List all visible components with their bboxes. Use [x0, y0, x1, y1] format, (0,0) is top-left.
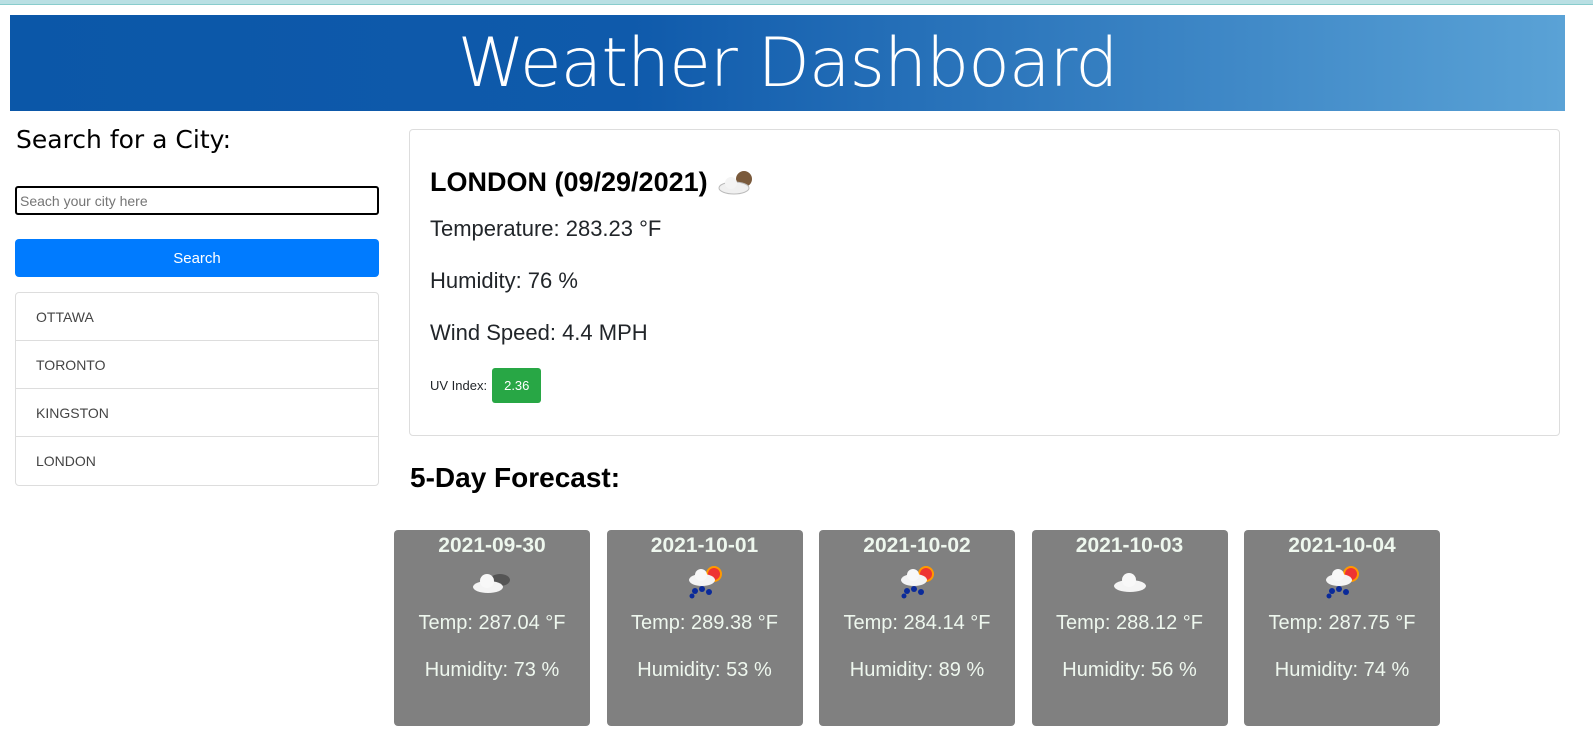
forecast-date: 2021-10-03: [1075, 534, 1184, 557]
forecast-humidity: Humidity: 89 %: [849, 659, 985, 681]
cloud-moon-icon: [718, 170, 752, 194]
forecast-temp: Temp: 289.38 °F: [631, 612, 778, 634]
uv-index-badge: 2.36: [492, 368, 542, 403]
city-search-input[interactable]: [15, 186, 379, 215]
search-history-list: OTTAWA TORONTO KINGSTON LONDON: [15, 292, 379, 486]
browser-top-stripe: [0, 0, 1593, 5]
forecast-temp: Temp: 287.04 °F: [418, 612, 566, 634]
forecast-humidity: Humidity: 74 %: [1274, 659, 1410, 681]
current-weather-card: LONDON (09/29/2021) Temperature: 283.23 …: [409, 129, 1560, 436]
forecast-card: 2021-10-01 Temp: 289.38 °F Humidity: 53 …: [606, 530, 803, 726]
forecast-date: 2021-09-30: [438, 534, 546, 557]
search-panel: Search for a City: Search OTTAWA TORONTO…: [15, 122, 379, 486]
forecast-date: 2021-10-04: [1288, 534, 1396, 557]
current-temperature: Temperature: 283.23 °F: [430, 216, 662, 241]
forecast-card: 2021-09-30 Temp: 287.04 °F Humidity: 73 …: [394, 530, 590, 726]
current-humidity: Humidity: 76 %: [430, 268, 578, 293]
rain-sun-icon: [819, 562, 1015, 602]
rain-sun-icon: [1244, 562, 1440, 602]
rain-sun-icon: [607, 562, 803, 602]
current-wind-speed: Wind Speed: 4.4 MPH: [430, 320, 648, 345]
forecast-humidity: Humidity: 73 %: [424, 659, 560, 681]
forecast-temp: Temp: 287.75 °F: [1268, 612, 1416, 634]
current-city-title: LONDON (09/29/2021): [430, 167, 708, 197]
forecast-heading: 5-Day Forecast:: [410, 462, 621, 493]
forecast-card: 2021-10-03 Temp: 288.12 °F Humidity: 56 …: [1031, 530, 1228, 726]
search-heading: Search for a City:: [16, 125, 232, 154]
uv-index-label: UV Index:: [430, 378, 488, 393]
forecast-date: 2021-10-01: [650, 534, 759, 557]
history-item-toronto[interactable]: TORONTO: [16, 341, 378, 389]
search-button[interactable]: Search: [15, 239, 379, 277]
page-header: Weather Dashboard: [10, 15, 1565, 111]
forecast-temp: Temp: 284.14 °F: [843, 612, 991, 634]
history-item-kingston[interactable]: KINGSTON: [16, 389, 378, 437]
cloud-icon: [1032, 562, 1228, 602]
forecast-temp: Temp: 288.12 °F: [1056, 612, 1203, 634]
forecast-card: 2021-10-02 Temp: 284.14 °F Humidity: 89 …: [819, 530, 1015, 726]
forecast-date: 2021-10-02: [863, 534, 971, 557]
history-item-ottawa[interactable]: OTTAWA: [16, 293, 378, 341]
page-title: Weather Dashboard: [457, 23, 1119, 103]
forecast-humidity: Humidity: 53 %: [637, 659, 772, 681]
forecast-card: 2021-10-04 Temp: 287.75 °F Humidity: 74 …: [1244, 530, 1440, 726]
history-item-london[interactable]: LONDON: [16, 437, 378, 485]
cloudy-icon: [394, 562, 590, 602]
uv-index-row: UV Index: 2.36: [430, 368, 1559, 403]
forecast-humidity: Humidity: 56 %: [1062, 659, 1197, 681]
